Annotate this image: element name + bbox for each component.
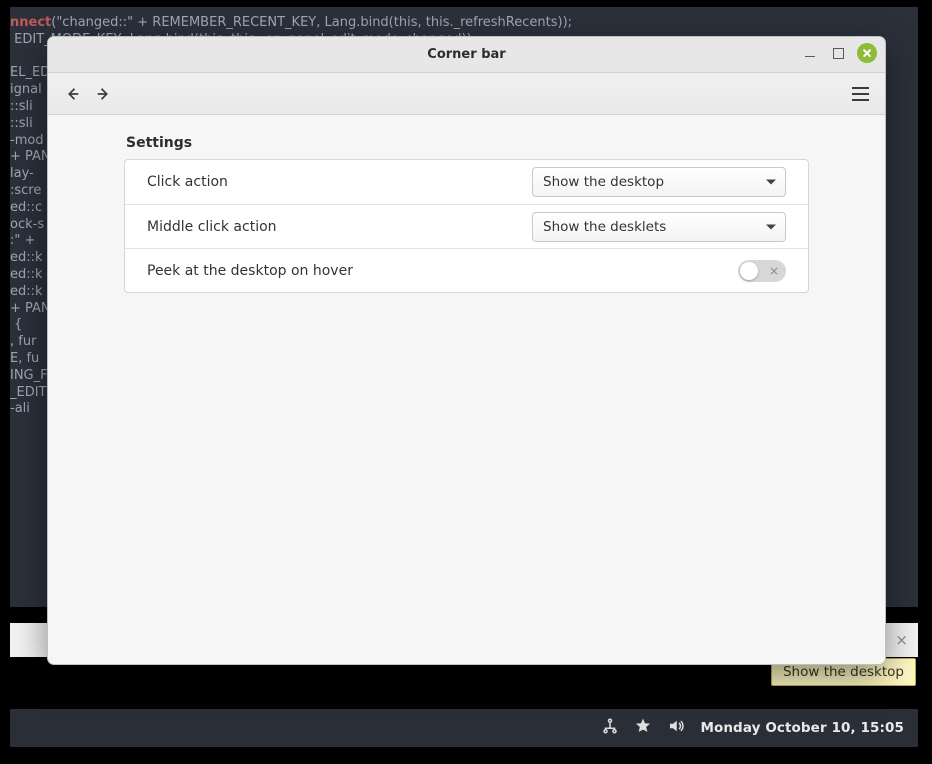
combo-click-action[interactable]: Show the desktop xyxy=(532,167,786,197)
hamburger-icon xyxy=(852,87,869,89)
arrow-left-icon xyxy=(64,85,82,103)
label-click-action: Click action xyxy=(147,174,228,190)
nav-back-button[interactable] xyxy=(58,79,88,109)
label-peek-hover: Peek at the desktop on hover xyxy=(147,263,353,279)
settings-group: Click action Show the desktop Middle cli… xyxy=(124,159,809,293)
combo-middle-click-action-value: Show the desklets xyxy=(543,219,666,235)
label-middle-click-action: Middle click action xyxy=(147,219,277,235)
combo-middle-click-action[interactable]: Show the desklets xyxy=(532,212,786,242)
row-middle-click-action: Middle click action Show the desklets xyxy=(125,204,808,248)
switch-off-glyph: × xyxy=(769,265,779,277)
network-icon[interactable] xyxy=(601,717,619,739)
statusbar-close-icon[interactable]: × xyxy=(891,631,912,649)
desktop-panel: Monday October 10, 15:05 xyxy=(10,709,918,747)
chevron-down-icon xyxy=(766,224,776,229)
window-maximize-button[interactable] xyxy=(829,44,847,62)
menu-button[interactable] xyxy=(845,79,875,109)
chevron-down-icon xyxy=(766,180,776,185)
nav-forward-button[interactable] xyxy=(88,79,118,109)
window-close-button[interactable] xyxy=(857,43,877,63)
settings-heading: Settings xyxy=(126,135,809,151)
row-click-action: Click action Show the desktop xyxy=(125,160,808,204)
row-peek-hover: Peek at the desktop on hover × xyxy=(125,248,808,292)
window-minimize-button[interactable] xyxy=(801,44,819,62)
settings-body: Settings Click action Show the desktop M… xyxy=(48,115,885,664)
switch-knob xyxy=(740,262,758,280)
window-toolbar xyxy=(48,73,885,115)
arrow-right-icon xyxy=(94,85,112,103)
panel-clock[interactable]: Monday October 10, 15:05 xyxy=(700,720,904,736)
window-title: Corner bar xyxy=(48,47,885,62)
volume-icon[interactable] xyxy=(667,717,685,739)
combo-click-action-value: Show the desktop xyxy=(543,174,664,190)
switch-peek-hover[interactable]: × xyxy=(738,260,786,282)
settings-window: Corner bar Settings Click action Show th… xyxy=(47,36,886,665)
star-icon[interactable] xyxy=(634,717,652,739)
window-titlebar[interactable]: Corner bar xyxy=(48,37,885,73)
